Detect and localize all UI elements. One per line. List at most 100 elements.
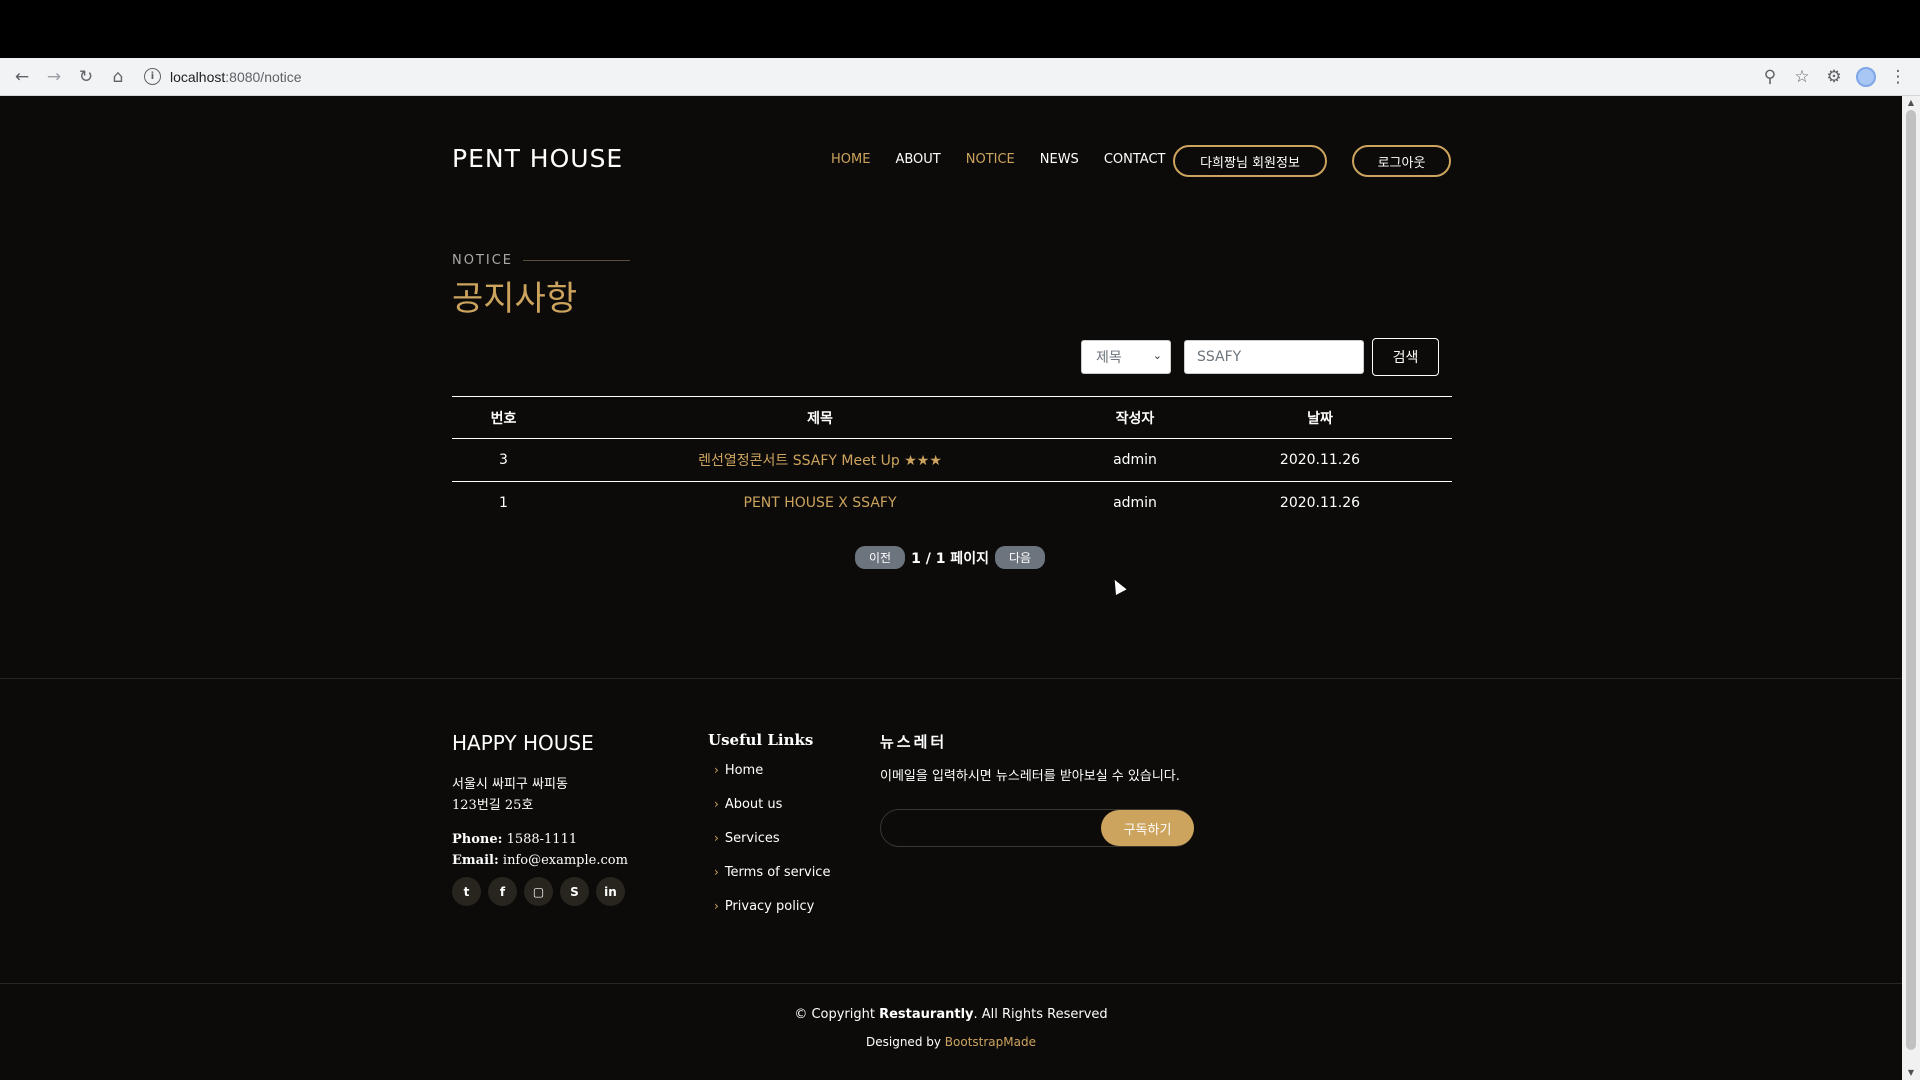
chevron-right-icon: › bbox=[714, 831, 719, 845]
footer-link-services[interactable]: › Services bbox=[714, 831, 830, 865]
copyright-brand: Restaurantly bbox=[879, 1007, 974, 1022]
reload-icon[interactable]: ↻ bbox=[70, 61, 102, 93]
useful-links-list: › Home › About us › Services › Terms of serv… bbox=[714, 763, 830, 933]
footer-contact: Phone: 1588-1111 Email: info@example.com bbox=[452, 829, 628, 871]
menu-kebab-icon[interactable]: ⋮ bbox=[1882, 61, 1914, 93]
footer: HAPPY HOUSE 서울시 싸피구 싸피동 123번길 25호 Phone:… bbox=[0, 678, 1902, 985]
footer-logo: HAPPY HOUSE bbox=[452, 731, 594, 755]
chevron-right-icon: › bbox=[714, 865, 719, 879]
row-date: 2020.11.26 bbox=[1279, 495, 1361, 511]
url-host: localhost bbox=[170, 68, 226, 85]
table-row: 3 렌선열정콘서트 SSAFY Meet Up ★★★ admin 2020.1… bbox=[452, 439, 1452, 482]
row-no: 1 bbox=[499, 495, 508, 511]
nav-home[interactable]: HOME bbox=[831, 152, 870, 167]
useful-links-title: Useful Links bbox=[708, 731, 814, 749]
designed-by-label: Designed by bbox=[866, 1035, 941, 1049]
section-label-text: NOTICE bbox=[452, 253, 514, 268]
footer-link-terms[interactable]: › Terms of service bbox=[714, 865, 830, 899]
search-input[interactable]: SSAFY bbox=[1184, 340, 1364, 374]
section-label: NOTICE bbox=[452, 253, 631, 268]
designer-link[interactable]: BootstrapMade bbox=[945, 1035, 1036, 1049]
extensions-icon[interactable]: ⚙ bbox=[1818, 61, 1850, 93]
notice-title-link[interactable]: 렌선열정콘서트 SSAFY Meet Up ★★★ bbox=[698, 450, 942, 470]
footer-link-label: About us bbox=[724, 797, 783, 812]
site-info-icon[interactable]: i bbox=[144, 68, 161, 85]
page-title: 공지사항 bbox=[452, 279, 578, 319]
nav-about[interactable]: ABOUT bbox=[895, 152, 940, 167]
section-label-divider bbox=[523, 260, 631, 261]
copyright-prefix: © Copyright bbox=[794, 1007, 875, 1022]
facebook-icon[interactable]: f bbox=[488, 877, 517, 906]
chevron-right-icon: › bbox=[714, 763, 719, 777]
twitter-icon[interactable]: t bbox=[452, 877, 481, 906]
page-content: PENT HOUSE HOME ABOUT NOTICE NEWS CONTAC… bbox=[0, 96, 1902, 1080]
scrollbar-thumb[interactable] bbox=[1906, 110, 1916, 1050]
designed-by: Designed by BootstrapMade bbox=[0, 1035, 1902, 1049]
newsletter-text: 이메일을 입력하시면 뉴스레터를 받아보실 수 있습니다. bbox=[880, 769, 1180, 784]
member-info-button[interactable]: 다희짱님 회원정보 bbox=[1173, 145, 1327, 177]
nav-news[interactable]: NEWS bbox=[1040, 152, 1079, 167]
row-author: admin bbox=[1113, 452, 1157, 468]
footer-link-home[interactable]: › Home bbox=[714, 763, 830, 797]
table-header-row: 번호 제목 작성자 날짜 bbox=[452, 396, 1452, 439]
top-black-band bbox=[0, 0, 1920, 58]
url-path: :8080/notice bbox=[225, 68, 302, 85]
copyright-bar: © Copyright Restaurantly. All Rights Res… bbox=[0, 983, 1902, 1080]
subscribe-button[interactable]: 구독하기 bbox=[1101, 810, 1194, 846]
col-header-date: 날짜 bbox=[1307, 410, 1333, 427]
address-line: 123번길 25호 bbox=[452, 798, 534, 813]
prev-page-button[interactable]: 이전 bbox=[855, 546, 906, 569]
email-label: Email: bbox=[452, 853, 499, 868]
pagination: 이전 1 / 1 페이지 다음 bbox=[855, 546, 1046, 569]
footer-link-label: Terms of service bbox=[724, 865, 831, 880]
instagram-icon[interactable]: ▢ bbox=[524, 877, 553, 906]
footer-link-label: Privacy policy bbox=[724, 899, 815, 914]
chevron-right-icon: › bbox=[714, 797, 719, 811]
footer-link-privacy[interactable]: › Privacy policy bbox=[714, 899, 830, 933]
search-type-select[interactable]: 제목 ⌄ bbox=[1081, 340, 1171, 374]
col-header-title: 제목 bbox=[807, 410, 833, 427]
table-row: 1 PENT HOUSE X SSAFY admin 2020.11.26 bbox=[452, 482, 1452, 524]
main-nav: HOME ABOUT NOTICE NEWS CONTACT bbox=[831, 152, 1190, 167]
scroll-down-icon[interactable]: ▼ bbox=[1902, 1066, 1920, 1080]
search-button[interactable]: 검색 bbox=[1372, 338, 1439, 376]
zoom-icon[interactable]: ⚲ bbox=[1754, 61, 1786, 93]
search-type-value: 제목 bbox=[1096, 350, 1122, 366]
next-page-button[interactable]: 다음 bbox=[994, 546, 1046, 569]
row-author: admin bbox=[1113, 495, 1157, 511]
copyright-suffix: . All Rights Reserved bbox=[973, 1007, 1108, 1022]
footer-link-about[interactable]: › About us bbox=[714, 797, 830, 831]
home-icon[interactable]: ⌂ bbox=[102, 61, 134, 93]
row-no: 3 bbox=[499, 452, 508, 468]
col-header-no: 번호 bbox=[490, 410, 517, 427]
back-icon[interactable]: ← bbox=[6, 61, 38, 93]
footer-address: 서울시 싸피구 싸피동 123번길 25호 bbox=[452, 774, 568, 816]
page-info: 1 / 1 페이지 bbox=[911, 550, 989, 567]
footer-link-label: Services bbox=[724, 831, 780, 846]
logout-button[interactable]: 로그아웃 bbox=[1352, 145, 1451, 177]
mouse-cursor bbox=[1109, 577, 1127, 595]
linkedin-icon[interactable]: in bbox=[596, 877, 625, 906]
profile-avatar[interactable] bbox=[1850, 61, 1882, 93]
footer-link-label: Home bbox=[724, 763, 764, 778]
page-scrollbar[interactable]: ▲ ▼ bbox=[1902, 96, 1920, 1080]
row-title: 렌선열정콘서트 SSAFY Meet Up ★★★ bbox=[555, 439, 1085, 481]
row-title: PENT HOUSE X SSAFY bbox=[555, 482, 1085, 524]
copyright-text: © Copyright Restaurantly. All Rights Res… bbox=[0, 1007, 1902, 1022]
notice-title-link[interactable]: PENT HOUSE X SSAFY bbox=[744, 495, 897, 511]
scroll-up-icon[interactable]: ▲ bbox=[1902, 96, 1920, 110]
email-value: info@example.com bbox=[502, 853, 628, 868]
address-bar[interactable]: i localhost:8080/notice bbox=[144, 68, 302, 85]
browser-toolbar: ← → ↻ ⌂ i localhost:8080/notice ⚲ ☆ ⚙ ⋮ bbox=[0, 58, 1920, 96]
bookmark-star-icon[interactable]: ☆ bbox=[1786, 61, 1818, 93]
nav-notice[interactable]: NOTICE bbox=[966, 152, 1015, 167]
nav-contact[interactable]: CONTACT bbox=[1104, 152, 1166, 167]
forward-icon[interactable]: → bbox=[38, 61, 70, 93]
notice-table: 번호 제목 작성자 날짜 3 렌선열정콘서트 SSAFY Meet Up ★★★… bbox=[452, 396, 1452, 524]
skype-icon[interactable]: S bbox=[560, 877, 589, 906]
social-links: t f ▢ S in bbox=[452, 877, 625, 906]
address-line: 서울시 싸피구 싸피동 bbox=[452, 777, 568, 792]
site-logo[interactable]: PENT HOUSE bbox=[452, 144, 623, 173]
col-header-author: 작성자 bbox=[1115, 410, 1155, 427]
phone-value: 1588-1111 bbox=[506, 832, 578, 847]
